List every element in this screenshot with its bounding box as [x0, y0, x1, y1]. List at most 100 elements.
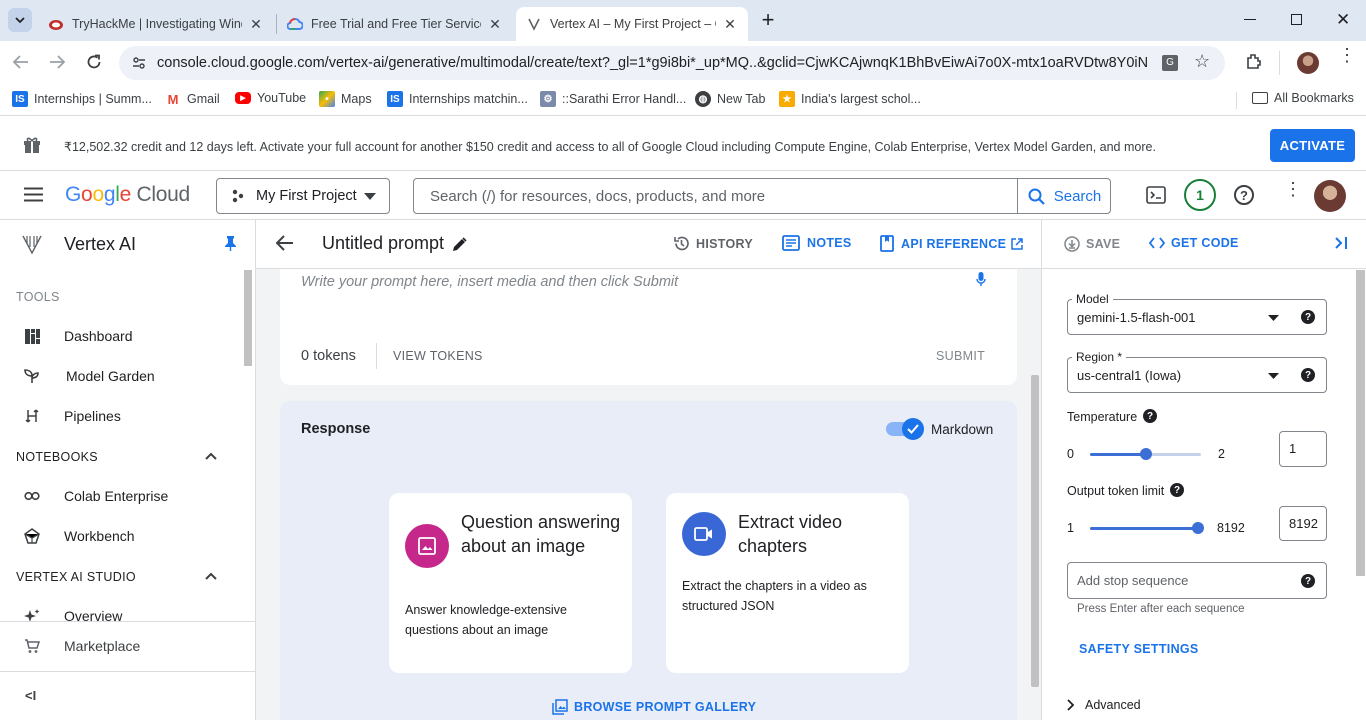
account-avatar[interactable] [1314, 180, 1346, 212]
model-select[interactable]: Model gemini-1.5-flash-001 ? [1067, 292, 1327, 335]
history-button[interactable]: HISTORY [673, 235, 753, 252]
chevron-up-icon[interactable] [205, 572, 217, 580]
address-bar[interactable]: console.cloud.google.com/vertex-ai/gener… [119, 46, 1225, 80]
markdown-toggle[interactable] [886, 418, 924, 440]
close-tab-icon[interactable]: ✕ [722, 16, 738, 32]
extensions-icon[interactable] [1245, 52, 1263, 70]
back-button[interactable] [12, 53, 30, 71]
stop-sequence-field[interactable]: Add stop sequence ? [1067, 562, 1327, 599]
content-scrollbar[interactable] [1031, 375, 1039, 687]
browser-tab-free-trial[interactable]: Free Trial and Free Tier Services ✕ [277, 7, 513, 41]
bookmark-internships-matching[interactable]: IS Internships matchin... [387, 91, 528, 107]
help-icon[interactable]: ? [1234, 185, 1254, 205]
model-label: Model [1072, 292, 1113, 306]
submit-button[interactable]: SUBMIT [936, 349, 985, 363]
bookmarks-bar: IS Internships | Summ... M Gmail ▶ YouTube … [0, 85, 1366, 116]
microphone-icon[interactable] [976, 272, 986, 287]
chevron-up-icon[interactable] [205, 452, 217, 460]
card-title: Extract video chapters [738, 512, 843, 556]
chevron-down-icon [15, 17, 25, 24]
browse-prompt-gallery-button[interactable]: BROWSE PROMPT GALLERY [552, 699, 756, 715]
pin-icon[interactable] [224, 235, 237, 251]
bookmark-internships[interactable]: IS Internships | Summ... [12, 91, 152, 107]
studio-section-label[interactable]: VERTEX AI STUDIO [16, 570, 136, 584]
sidebar-item-pipelines[interactable]: Pipelines [0, 401, 244, 431]
google-cloud-logo[interactable]: Google Cloud [65, 183, 190, 207]
save-button[interactable]: SAVE [1064, 236, 1120, 252]
panel-scrollbar[interactable] [1356, 270, 1365, 576]
help-icon[interactable]: ? [1143, 409, 1157, 423]
bookmark-sarathi[interactable]: ⚙::Sarathi Error Handl... [540, 91, 686, 107]
profile-avatar[interactable] [1297, 52, 1319, 74]
project-icon [231, 189, 245, 203]
sample-card-image-qa[interactable]: Question answering about an image Answer… [389, 493, 632, 673]
temperature-max: 2 [1218, 447, 1225, 461]
bookmark-star-icon[interactable]: ☆ [1194, 51, 1210, 72]
tab-search-button[interactable] [8, 8, 32, 32]
close-tab-icon[interactable]: ✕ [248, 16, 264, 32]
search-button[interactable]: Search [1017, 179, 1110, 213]
bookmark-scholarships[interactable]: ★ India's largest schol... [779, 91, 921, 107]
browser-menu-icon[interactable]: ⋮ [1338, 46, 1356, 64]
output-token-slider[interactable] [1090, 522, 1204, 534]
output-token-slider-thumb[interactable] [1192, 522, 1204, 534]
region-select[interactable]: Region * us-central1 (Iowa) ? [1067, 350, 1327, 393]
close-tab-icon[interactable]: ✕ [487, 16, 503, 32]
sample-card-video-chapters[interactable]: Extract video chapters Extract the chapt… [666, 493, 909, 673]
browser-tab-tryhackme[interactable]: TryHackMe | Investigating Wind ✕ [38, 7, 274, 41]
bookmark-label: New Tab [717, 92, 766, 106]
prompt-title[interactable]: Untitled prompt [322, 233, 444, 254]
view-tokens-button[interactable]: VIEW TOKENS [393, 349, 483, 363]
bookmark-new-tab[interactable]: ◍ New Tab [695, 91, 765, 107]
site-info-icon[interactable] [131, 55, 147, 71]
sidebar-item-workbench[interactable]: Workbench [0, 521, 244, 551]
sidebar-scrollbar[interactable] [244, 270, 252, 366]
response-title: Response [301, 421, 371, 437]
caret-down-icon [1268, 373, 1279, 379]
help-icon[interactable]: ? [1301, 368, 1315, 382]
advanced-toggle[interactable]: Advanced [1067, 698, 1141, 712]
prompt-textarea[interactable]: Write your prompt here, insert media and… [301, 274, 678, 290]
search-input[interactable] [414, 179, 1017, 213]
new-tab-button[interactable]: + [758, 8, 778, 32]
temperature-slider-thumb[interactable] [1139, 448, 1152, 460]
help-icon[interactable]: ? [1301, 310, 1315, 324]
bookmark-maps[interactable]: • Maps [319, 91, 372, 107]
api-reference-button[interactable]: API REFERENCE [880, 235, 1024, 252]
sidebar-item-colab-enterprise[interactable]: Colab Enterprise [0, 481, 244, 511]
cloud-shell-icon[interactable] [1146, 186, 1166, 204]
all-bookmarks[interactable]: All Bookmarks [1252, 91, 1354, 105]
sidebar-item-model-garden[interactable]: Model Garden [0, 361, 244, 391]
reload-button[interactable] [85, 53, 103, 71]
get-code-button[interactable]: GET CODE [1149, 236, 1239, 250]
browser-tab-vertex-ai[interactable]: Vertex AI – My First Project – Go ✕ [516, 7, 748, 41]
bookmark-youtube[interactable]: ▶ YouTube [235, 91, 306, 105]
sidebar-item-dashboard[interactable]: Dashboard [0, 321, 244, 351]
translate-icon[interactable]: G [1162, 55, 1178, 71]
collapse-panel-icon[interactable] [1334, 236, 1348, 250]
activate-button[interactable]: ACTIVATE [1270, 129, 1355, 162]
sidebar-item-marketplace[interactable]: Marketplace [0, 631, 244, 661]
caret-down-icon [1268, 315, 1279, 321]
minimize-window-button[interactable] [1244, 19, 1256, 20]
notebooks-section-label[interactable]: NOTEBOOKS [16, 450, 98, 464]
safety-settings-button[interactable]: SAFETY SETTINGS [1079, 642, 1199, 656]
output-token-input[interactable]: 8192 [1279, 506, 1327, 541]
vertex-ai-sidebar: Vertex AI TOOLS Dashboard Model Garden P… [0, 220, 256, 720]
help-icon[interactable]: ? [1170, 483, 1184, 497]
main-menu-icon[interactable] [24, 187, 43, 202]
temperature-input[interactable]: 1 [1279, 431, 1327, 467]
more-options-icon[interactable]: ⋮ [1284, 180, 1302, 198]
notifications-badge[interactable]: 1 [1184, 179, 1216, 211]
edit-title-icon[interactable] [452, 237, 467, 252]
temperature-slider[interactable] [1090, 448, 1201, 460]
notes-button[interactable]: NOTES [782, 235, 852, 251]
bookmark-gmail[interactable]: M Gmail [165, 91, 220, 107]
forward-button[interactable] [48, 53, 66, 71]
help-icon[interactable]: ? [1301, 574, 1315, 588]
close-window-button[interactable]: ✕ [1336, 10, 1350, 30]
restore-window-button[interactable] [1291, 14, 1302, 25]
back-arrow-button[interactable] [276, 235, 294, 251]
collapse-sidebar-button[interactable]: <I [25, 688, 36, 703]
project-picker[interactable]: My First Project [216, 178, 390, 214]
